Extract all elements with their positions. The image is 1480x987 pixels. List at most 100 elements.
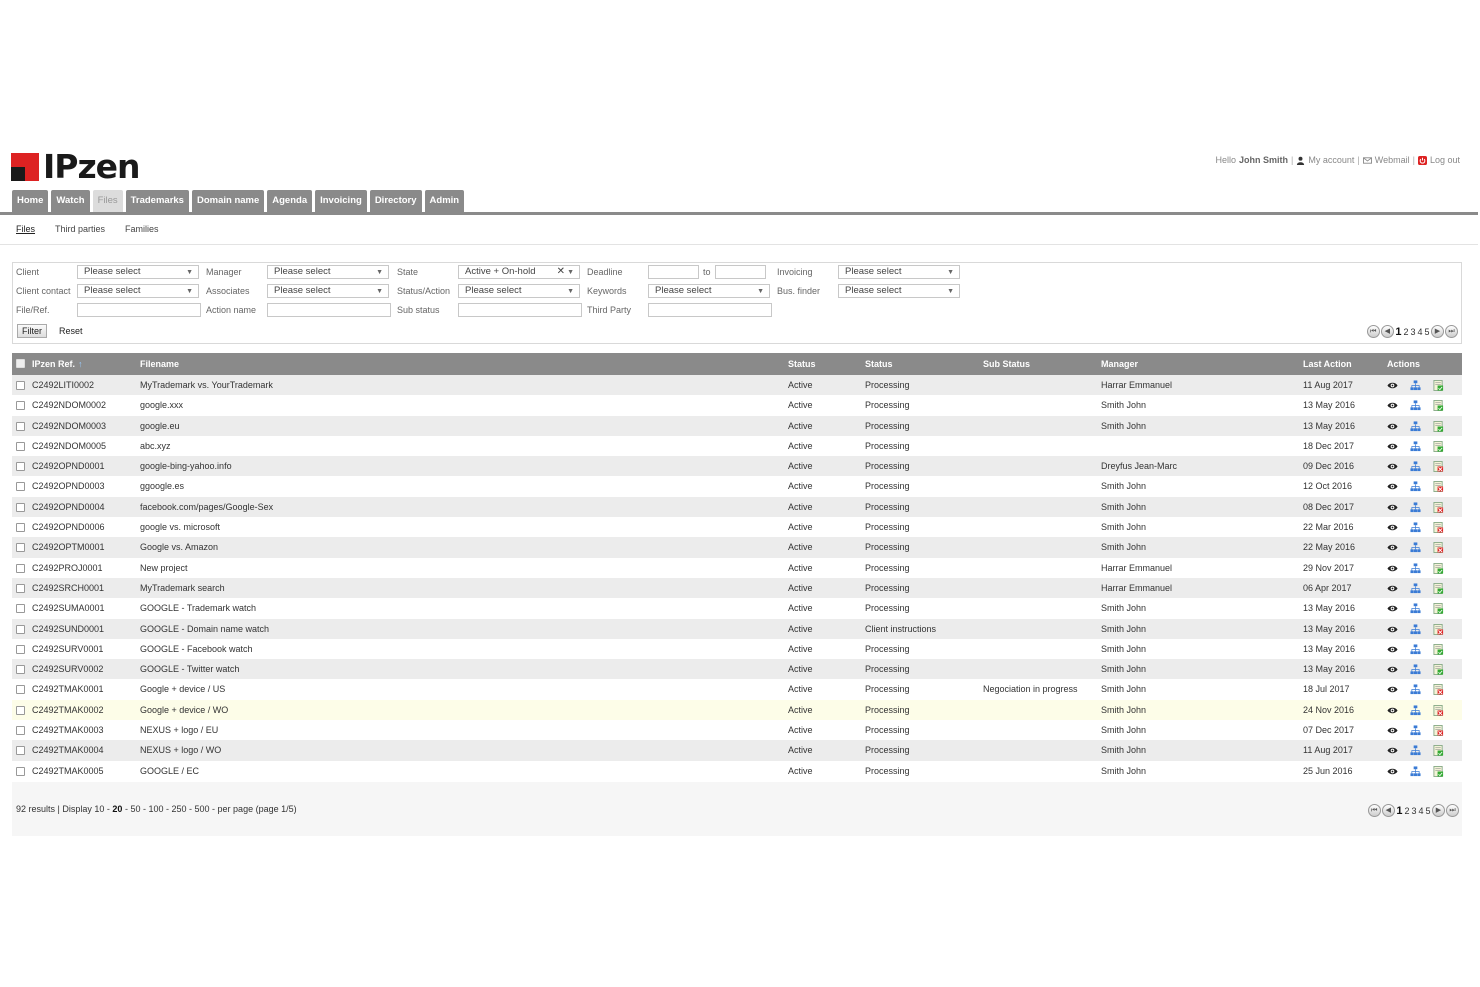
cell-filename[interactable]: GOOGLE - Twitter watch xyxy=(140,664,239,674)
table-row[interactable]: C2492NDOM0002 google.xxx Active Processing S… xyxy=(12,395,1462,416)
table-row[interactable]: C2492PROJ0001 New project Active Processing… xyxy=(12,557,1462,578)
filter-button[interactable]: Filter xyxy=(17,324,47,338)
cell-ref[interactable]: C2492TMAK0004 xyxy=(32,745,104,755)
view-eye-icon[interactable] xyxy=(1387,725,1398,736)
table-row[interactable]: C2492LITI0002 MyTrademark vs. YourTradema… xyxy=(12,375,1462,396)
document-ok-icon[interactable] xyxy=(1433,440,1444,452)
cell-ref[interactable]: C2492SUND0001 xyxy=(32,624,104,634)
document-error-icon[interactable] xyxy=(1433,623,1444,635)
table-row[interactable]: C2492SUND0001 GOOGLE - Domain name watch A… xyxy=(12,618,1462,639)
family-tree-icon[interactable] xyxy=(1410,563,1421,574)
action-name-input[interactable] xyxy=(267,303,391,317)
tab-agenda[interactable]: Agenda xyxy=(267,190,313,212)
cell-ref[interactable]: C2492OPTM0001 xyxy=(32,542,105,552)
cell-filename[interactable]: GOOGLE - Trademark watch xyxy=(140,603,256,613)
family-tree-icon[interactable] xyxy=(1410,441,1421,452)
row-checkbox[interactable] xyxy=(16,746,25,756)
page-4[interactable]: 4 xyxy=(1417,327,1423,337)
table-row[interactable]: C2492SRCH0001 MyTrademark search Active Pro… xyxy=(12,577,1462,599)
col-filename[interactable]: Filename xyxy=(140,359,179,369)
cell-ref[interactable]: C2492OPND0001 xyxy=(32,461,105,471)
prev-page-icon[interactable]: ◀ xyxy=(1380,325,1394,338)
cell-ref[interactable]: C2492SURV0002 xyxy=(32,664,103,674)
first-page-icon[interactable]: ⏮ xyxy=(1366,325,1380,338)
table-row[interactable]: C2492TMAK0005 GOOGLE / EC Active Processing… xyxy=(12,760,1462,781)
status-action-select[interactable]: Please select ▼ xyxy=(458,284,580,298)
first-page-icon[interactable]: ⏮ xyxy=(1367,804,1381,817)
table-row[interactable]: C2492OPND0004 facebook.com/pages/Google-S… xyxy=(12,496,1462,518)
document-error-icon[interactable] xyxy=(1433,501,1444,513)
cell-filename[interactable]: GOOGLE - Facebook watch xyxy=(140,644,253,654)
family-tree-icon[interactable] xyxy=(1410,664,1421,675)
view-eye-icon[interactable] xyxy=(1387,441,1398,452)
clear-icon[interactable]: ✕ xyxy=(557,266,565,278)
page-1[interactable]: 1 xyxy=(1395,326,1402,338)
page-3[interactable]: 3 xyxy=(1410,327,1416,337)
table-row[interactable]: C2492OPND0003 ggoogle.es Active Processing S… xyxy=(12,476,1462,497)
per-page-10[interactable]: 10 xyxy=(94,804,104,814)
cell-ref[interactable]: C2492TMAK0002 xyxy=(32,705,104,715)
col-last-action[interactable]: Last Action xyxy=(1303,359,1352,369)
cell-filename[interactable]: GOOGLE - Domain name watch xyxy=(140,624,269,634)
view-eye-icon[interactable] xyxy=(1387,421,1398,432)
deadline-from-input[interactable] xyxy=(648,265,699,279)
col-status[interactable]: Status xyxy=(788,359,816,369)
table-row[interactable]: C2492TMAK0001 Google + device / US Active P… xyxy=(12,679,1462,700)
ipzen-logo[interactable]: IPzen xyxy=(11,150,141,184)
last-page-icon[interactable]: ⏭ xyxy=(1446,804,1459,817)
col-ipzen-ref[interactable]: IPzen Ref. ↑ xyxy=(32,359,83,369)
row-checkbox[interactable] xyxy=(16,421,25,431)
family-tree-icon[interactable] xyxy=(1410,421,1421,432)
table-row[interactable]: C2492SUMA0001 GOOGLE - Trademark watch Act… xyxy=(12,598,1462,619)
client-contact-select[interactable]: Please select ▼ xyxy=(77,284,199,298)
family-tree-icon[interactable] xyxy=(1410,745,1421,756)
view-eye-icon[interactable] xyxy=(1387,766,1398,777)
document-ok-icon[interactable] xyxy=(1433,420,1444,432)
cell-filename[interactable]: MyTrademark search xyxy=(140,583,225,593)
row-checkbox[interactable] xyxy=(16,583,25,593)
manager-select[interactable]: Please select ▼ xyxy=(267,265,389,279)
document-ok-icon[interactable] xyxy=(1433,664,1444,676)
page-5[interactable]: 5 xyxy=(1425,806,1431,816)
cell-filename[interactable]: MyTrademark vs. YourTrademark xyxy=(140,380,273,390)
tab-files[interactable]: Files xyxy=(92,190,123,212)
cell-filename[interactable]: abc.xyz xyxy=(140,441,171,451)
row-checkbox[interactable] xyxy=(16,482,25,492)
row-checkbox[interactable] xyxy=(16,523,25,533)
cell-ref[interactable]: C2492SURV0001 xyxy=(32,644,103,654)
associates-select[interactable]: Please select ▼ xyxy=(267,284,389,298)
cell-filename[interactable]: Google + device / US xyxy=(140,684,225,694)
row-checkbox[interactable] xyxy=(16,726,25,736)
invoicing-select[interactable]: Please select ▼ xyxy=(838,265,960,279)
logout-link[interactable]: Log out xyxy=(1430,155,1460,165)
deadline-to-input[interactable] xyxy=(715,265,766,279)
per-page-250[interactable]: 250 xyxy=(171,804,186,814)
tab-watch[interactable]: Watch xyxy=(51,190,90,212)
next-page-icon[interactable]: ▶ xyxy=(1432,804,1445,817)
cell-ref[interactable]: C2492PROJ0001 xyxy=(32,563,103,573)
cell-ref[interactable]: C2492NDOM0003 xyxy=(32,421,106,431)
table-row[interactable]: C2492TMAK0004 NEXUS + logo / WO Active Proc… xyxy=(12,740,1462,761)
row-checkbox[interactable] xyxy=(16,543,25,553)
row-checkbox[interactable] xyxy=(16,624,25,634)
family-tree-icon[interactable] xyxy=(1410,684,1421,695)
reset-button[interactable]: Reset xyxy=(59,326,83,336)
document-ok-icon[interactable] xyxy=(1433,380,1444,391)
subtab-third-parties[interactable]: Third parties xyxy=(55,224,105,234)
table-row[interactable]: C2492NDOM0005 abc.xyz Active Processing 18 D… xyxy=(12,435,1462,457)
family-tree-icon[interactable] xyxy=(1410,644,1421,655)
document-ok-icon[interactable] xyxy=(1433,745,1444,757)
document-error-icon[interactable] xyxy=(1433,542,1444,554)
cell-filename[interactable]: GOOGLE / EC xyxy=(140,766,199,776)
document-ok-icon[interactable] xyxy=(1433,582,1444,594)
keywords-select[interactable]: Please select ▼ xyxy=(648,284,770,298)
state-select[interactable]: Active + On-hold ✕ ▼ xyxy=(458,265,580,279)
family-tree-icon[interactable] xyxy=(1410,522,1421,533)
table-row[interactable]: C2492OPND0001 google-bing-yahoo.info Activ… xyxy=(12,456,1462,477)
page-2[interactable]: 2 xyxy=(1404,806,1410,816)
subtab-families[interactable]: Families xyxy=(125,224,159,234)
client-select[interactable]: Please select ▼ xyxy=(77,265,199,279)
document-error-icon[interactable] xyxy=(1433,684,1444,696)
cell-filename[interactable]: google.eu xyxy=(140,421,180,431)
select-all-checkbox[interactable] xyxy=(16,359,25,368)
